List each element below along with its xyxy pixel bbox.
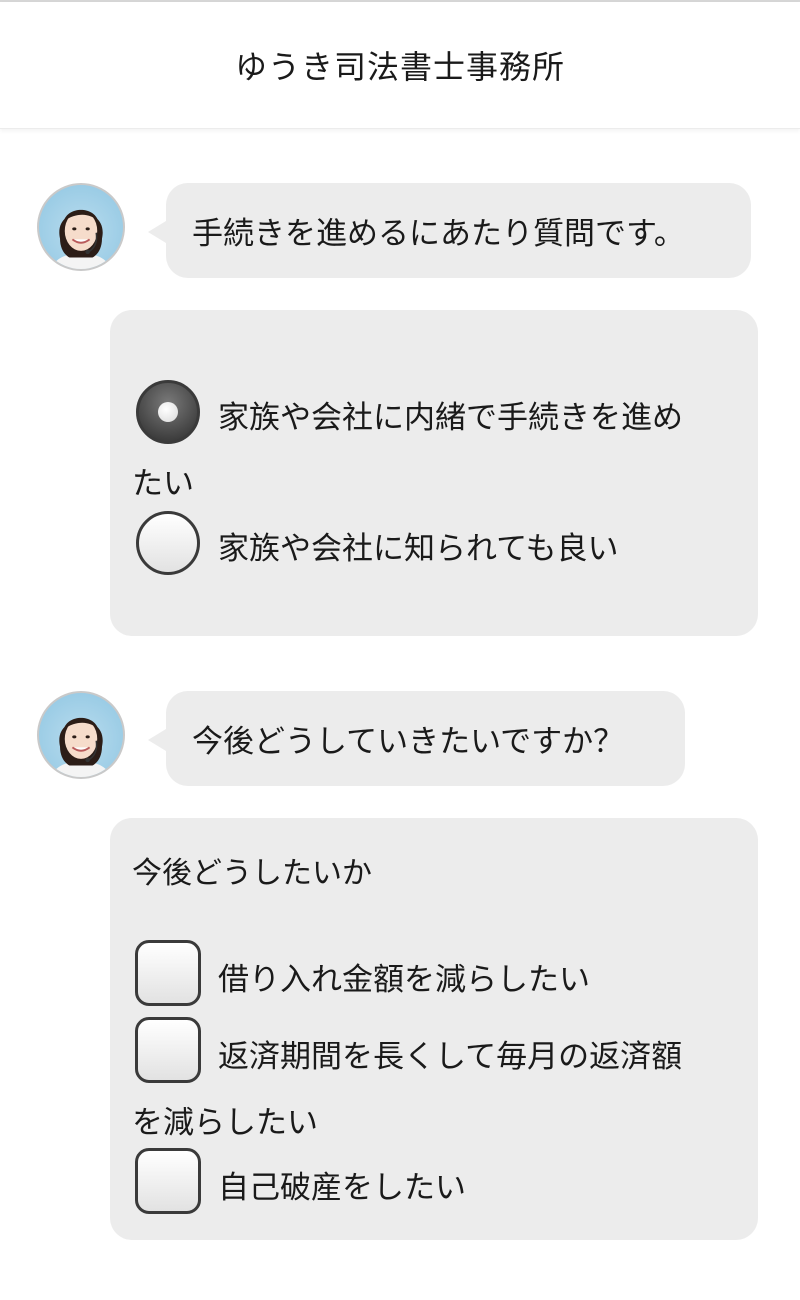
question-text-2: 今後どうしていきたいですか？ xyxy=(192,724,625,760)
question-text-1: 手続きを進めるにあたり質問です。 xyxy=(192,216,685,252)
checkbox-label-extend-period-line1[interactable]: 返済期間を長くして毎月の返済額 xyxy=(218,1031,682,1076)
operator-avatar-icon xyxy=(37,691,125,779)
radio-button-ok-known[interactable] xyxy=(136,511,200,575)
checkbox-label-reduce-borrowing[interactable]: 借り入れ金額を減らしたい xyxy=(218,954,590,999)
operator-avatar-icon xyxy=(37,183,125,271)
question-bubble-2: 今後どうしていきたいですか？ xyxy=(148,691,685,786)
question-bubble-1: 手続きを進めるにあたり質問です。 xyxy=(148,183,751,278)
checkbox-label-extend-period-line2[interactable]: を減らしたい xyxy=(132,1097,318,1142)
checkbox-bankruptcy[interactable] xyxy=(135,1148,201,1214)
answer-panel-1: 家族や会社に内緒で手続きを進め たい 家族や会社に知られても良い xyxy=(110,310,758,636)
checkbox-extend-period[interactable] xyxy=(135,1017,201,1083)
app-header: ゆうき司法書士事務所 xyxy=(0,2,800,129)
page-title: ゆうき司法書士事務所 xyxy=(234,48,565,86)
checkbox-label-bankruptcy[interactable]: 自己破産をしたい xyxy=(218,1162,466,1207)
radio-selected-dot xyxy=(158,402,178,422)
radio-label-secret-line1[interactable]: 家族や会社に内緒で手続きを進め xyxy=(218,392,683,437)
radio-label-secret-line2[interactable]: たい xyxy=(132,458,194,503)
radio-label-ok-known[interactable]: 家族や会社に知られても良い xyxy=(218,523,619,568)
group-label: 今後どうしたいか xyxy=(132,856,372,891)
checkbox-reduce-borrowing[interactable] xyxy=(135,940,201,1006)
radio-button-secret[interactable] xyxy=(136,380,200,444)
answer-panel-2: 今後どうしたいか 借り入れ金額を減らしたい 返済期間を長くして毎月の返済額 を減… xyxy=(110,818,758,1240)
